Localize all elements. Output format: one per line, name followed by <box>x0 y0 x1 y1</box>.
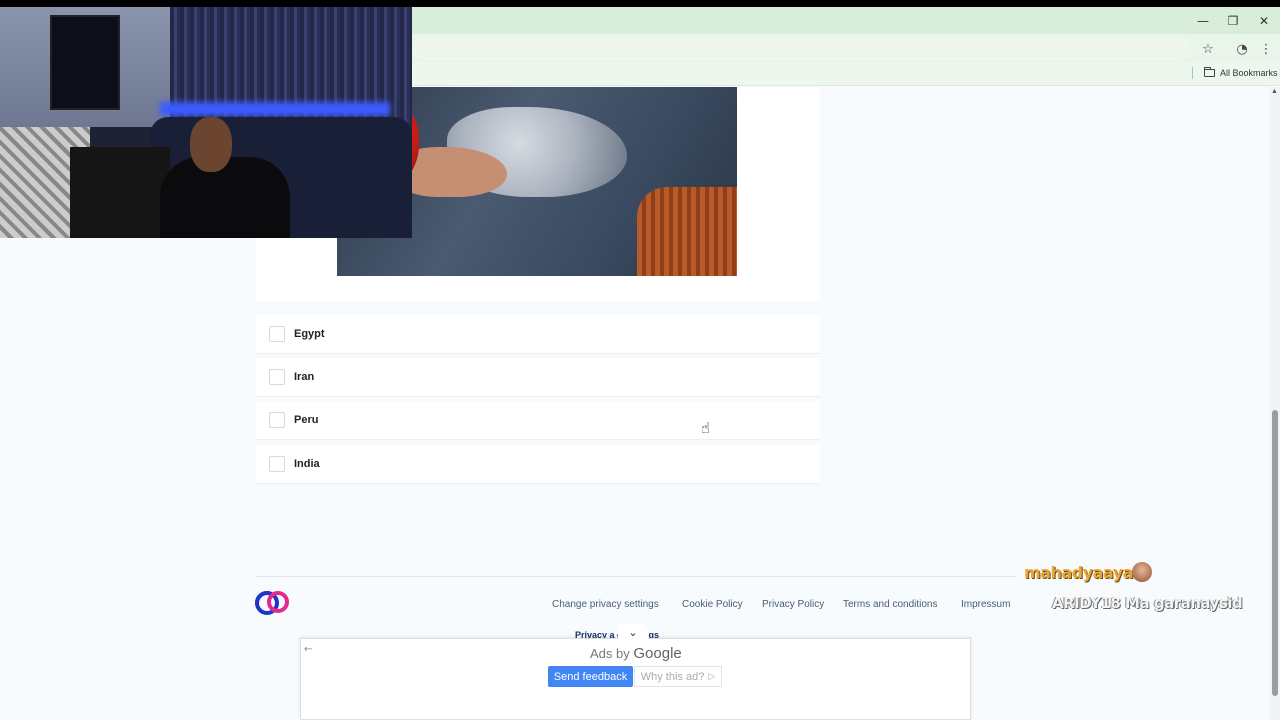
chat-username: mahadyaaya <box>1024 563 1133 582</box>
google-wordmark: Google <box>633 645 682 662</box>
kebab-menu-icon[interactable]: ⋮ <box>1258 41 1274 57</box>
webcam-overlay <box>0 7 412 238</box>
cookie-policy-link[interactable]: Cookie Policy <box>682 599 743 610</box>
answer-label: Iran <box>294 371 315 383</box>
scroll-up-arrow-icon[interactable]: ▲ <box>1271 88 1278 95</box>
folder-icon <box>1204 67 1215 77</box>
answer-option-iran[interactable]: Iran <box>256 358 820 396</box>
footer-divider <box>256 576 1016 577</box>
answer-option-peru[interactable]: Peru <box>256 401 820 439</box>
privacy-policy-link[interactable]: Privacy Policy <box>762 599 824 610</box>
bookmark-star-icon[interactable]: ☆ <box>1200 41 1216 57</box>
restore-button[interactable]: ❐ <box>1218 7 1248 34</box>
site-logo-icon[interactable] <box>255 588 291 618</box>
bookmarks-divider <box>1192 67 1193 79</box>
ads-by-text: Ads by <box>590 646 630 661</box>
extension-icon[interactable]: ◔ <box>1234 41 1250 57</box>
close-window-button[interactable]: ✕ <box>1249 7 1279 34</box>
chat-emote-icon <box>1132 562 1152 582</box>
collapse-ad-chevron-icon[interactable]: ⌄ <box>618 624 648 640</box>
top-black-strip <box>0 0 1280 7</box>
scrollbar-thumb[interactable] <box>1272 410 1278 696</box>
ad-back-arrow-icon[interactable]: ← <box>304 644 312 655</box>
why-this-ad-label: Why this ad? <box>640 670 705 683</box>
answer-label: India <box>294 458 320 470</box>
hand-cursor-icon: ☝ <box>701 419 711 437</box>
chat-message: ARIDY18 Ma garanaysid <box>1052 594 1243 612</box>
answer-checkbox[interactable] <box>269 412 285 428</box>
play-triangle-icon: ▷ <box>708 671 716 681</box>
terms-link[interactable]: Terms and conditions <box>843 599 938 610</box>
answer-label: Egypt <box>294 328 325 340</box>
change-privacy-settings-link[interactable]: Change privacy settings <box>552 599 659 610</box>
ads-by-google-label: Ads by Google <box>590 645 682 662</box>
answer-checkbox[interactable] <box>269 326 285 342</box>
all-bookmarks-label: All Bookmarks <box>1220 68 1278 78</box>
answer-checkbox[interactable] <box>269 369 285 385</box>
all-bookmarks-button[interactable]: All Bookmarks <box>1204 66 1278 80</box>
answer-option-egypt[interactable]: Egypt <box>256 315 820 353</box>
impressum-link[interactable]: Impressum <box>961 599 1010 610</box>
why-this-ad-button[interactable]: Why this ad? ▷ <box>634 666 722 687</box>
send-feedback-button[interactable]: Send feedback <box>548 666 633 687</box>
url-field[interactable] <box>412 38 1192 60</box>
answer-option-india[interactable]: India <box>256 445 820 483</box>
minimize-button[interactable]: — <box>1188 7 1218 34</box>
answer-label: Peru <box>294 414 319 426</box>
answer-checkbox[interactable] <box>269 456 285 472</box>
